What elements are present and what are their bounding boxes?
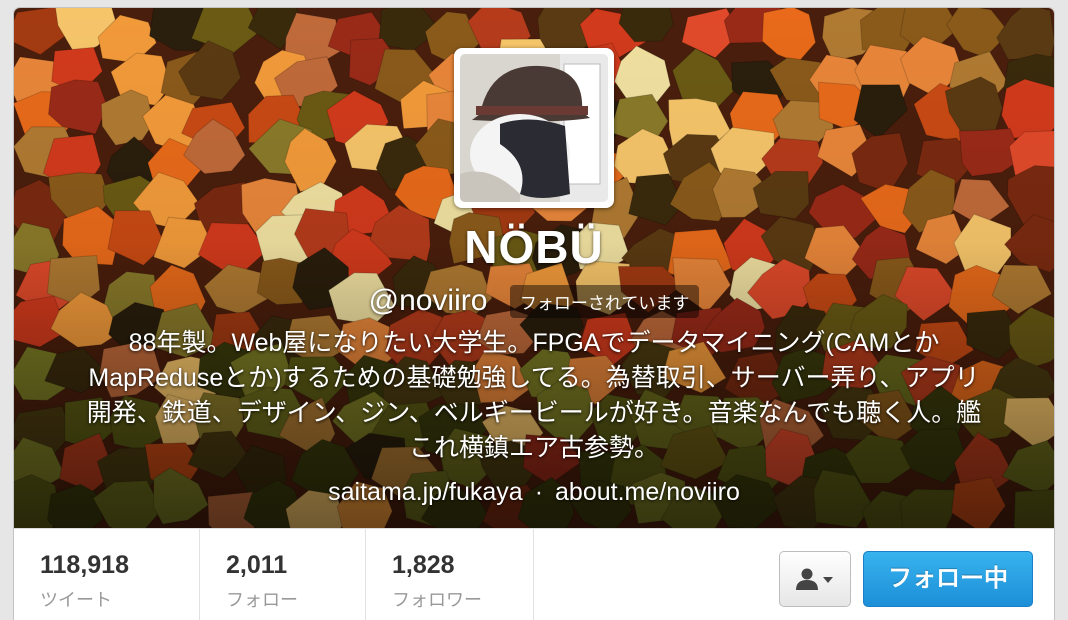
- stat-tweets[interactable]: 118,918 ツイート: [14, 529, 200, 620]
- profile-stats-bar: 118,918 ツイート 2,011 フォロー 1,828 フォロワー フォロー…: [14, 528, 1054, 620]
- handle-row: @noviiro フォローされています: [14, 284, 1054, 318]
- following-count: 2,011: [226, 551, 288, 579]
- profile-links: saitama.jp/fukaya · about.me/noviiro: [14, 478, 1054, 507]
- location-link[interactable]: saitama.jp/fukaya: [328, 478, 523, 506]
- tweets-count: 118,918: [40, 551, 129, 579]
- followers-label: フォロワー: [392, 590, 482, 610]
- avatar-photo: [460, 54, 608, 202]
- following-label: フォロー: [226, 590, 298, 610]
- website-link[interactable]: about.me/noviiro: [555, 478, 740, 506]
- user-actions-dropdown-button[interactable]: [779, 551, 851, 607]
- avatar[interactable]: [454, 48, 614, 208]
- stat-following[interactable]: 2,011 フォロー: [200, 529, 366, 620]
- followers-count: 1,828: [392, 551, 455, 579]
- follows-you-badge: フォローされています: [509, 284, 700, 318]
- link-separator: ·: [534, 478, 544, 506]
- chevron-down-icon: [823, 577, 833, 583]
- profile-card: NÖBÜ @noviiro フォローされています 88年製。Web屋になりたい大…: [14, 8, 1054, 620]
- stat-followers[interactable]: 1,828 フォロワー: [366, 529, 534, 620]
- profile-bio: 88年製。Web屋になりたい大学生。FPGAでデータマイニング(CAMとかMap…: [86, 329, 982, 462]
- display-name: NÖBÜ: [464, 221, 604, 273]
- following-button[interactable]: フォロー中: [863, 551, 1033, 607]
- tweets-label: ツイート: [40, 590, 112, 610]
- person-icon: [796, 568, 833, 590]
- username-handle[interactable]: @noviiro: [369, 284, 488, 318]
